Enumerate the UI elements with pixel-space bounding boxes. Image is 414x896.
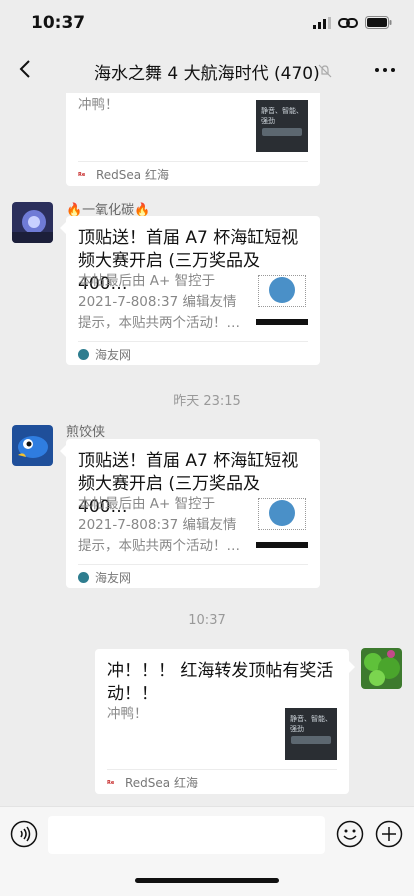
status-time: 10:37 bbox=[31, 13, 86, 33]
card-thumbnail: 静音、智能、强劲 bbox=[285, 708, 337, 760]
status-icons bbox=[313, 16, 392, 29]
home-indicator bbox=[135, 878, 279, 883]
emoji-icon[interactable] bbox=[336, 820, 364, 848]
card-thumbnail bbox=[256, 273, 308, 325]
card-title: 冲！！！ 红海转发顶帖有奖活动！！ bbox=[107, 661, 334, 704]
link-card-haiyou[interactable]: 顶贴送！首届 A7 杯海缸短视频大赛开启 (三万奖品及 400… 本帖最后由 A… bbox=[66, 216, 320, 365]
link-card-redsea[interactable]: 冲鸭！ 静音、智能、强劲 Re RedSea 红海 bbox=[66, 93, 320, 186]
card-description: 冲鸭！ bbox=[78, 97, 119, 113]
sender-name: 煎饺侠 bbox=[66, 425, 106, 440]
card-source: 海友网 bbox=[78, 569, 131, 586]
haiyou-logo-icon bbox=[78, 572, 89, 583]
card-source: Re RedSea 红海 bbox=[78, 168, 169, 182]
redsea-logo-icon: Re bbox=[78, 171, 86, 178]
signal-icon bbox=[313, 16, 331, 29]
link-card-haiyou[interactable]: 顶贴送！首届 A7 杯海缸短视频大赛开启 (三万奖品及 400… 本帖最后由 A… bbox=[66, 439, 320, 588]
input-bar bbox=[0, 806, 414, 896]
card-source: 海友网 bbox=[78, 346, 131, 363]
card-thumbnail bbox=[256, 496, 308, 548]
card-source: Re RedSea 红海 bbox=[107, 776, 198, 790]
card-description: 本帖最后由 A+ 智控于 2021-7-808:37 编辑友情提示，本贴共两个活… bbox=[78, 496, 240, 554]
link-icon bbox=[338, 17, 358, 28]
back-arrow-icon[interactable] bbox=[14, 57, 38, 81]
voice-input-icon[interactable] bbox=[10, 820, 38, 848]
redsea-logo-icon: Re bbox=[107, 779, 115, 786]
chat-title: 海水之舞 4 大航海时代 (470) bbox=[94, 64, 320, 84]
time-separator: 昨天 23:15 bbox=[173, 394, 241, 409]
avatar[interactable] bbox=[12, 425, 53, 466]
status-bar: 10:37 bbox=[0, 0, 414, 47]
avatar[interactable] bbox=[361, 648, 402, 689]
card-description: 本帖最后由 A+ 智控于 2021-7-808:37 编辑友情提示，本贴共两个活… bbox=[78, 273, 240, 331]
message-input[interactable] bbox=[48, 816, 325, 854]
plus-icon[interactable] bbox=[375, 820, 403, 848]
avatar[interactable] bbox=[12, 202, 53, 243]
more-options-icon[interactable] bbox=[374, 61, 396, 79]
chat-messages[interactable]: 冲鸭！ 静音、智能、强劲 Re RedSea 红海 🔥一氧化碳🔥 顶贴送！首届 … bbox=[0, 93, 414, 806]
card-description: 冲鸭！ bbox=[107, 706, 148, 722]
chat-header: 海水之舞 4 大航海时代 (470) bbox=[0, 47, 414, 93]
mute-bell-icon bbox=[318, 64, 332, 78]
battery-icon bbox=[365, 16, 392, 29]
link-card-redsea[interactable]: 冲！！！ 红海转发顶帖有奖活动！！ 冲鸭！ 静音、智能、强劲 Re RedSea… bbox=[95, 649, 349, 794]
time-separator: 10:37 bbox=[188, 613, 226, 628]
card-thumbnail: 静音、智能、强劲 bbox=[256, 100, 308, 152]
haiyou-logo-icon bbox=[78, 349, 89, 360]
